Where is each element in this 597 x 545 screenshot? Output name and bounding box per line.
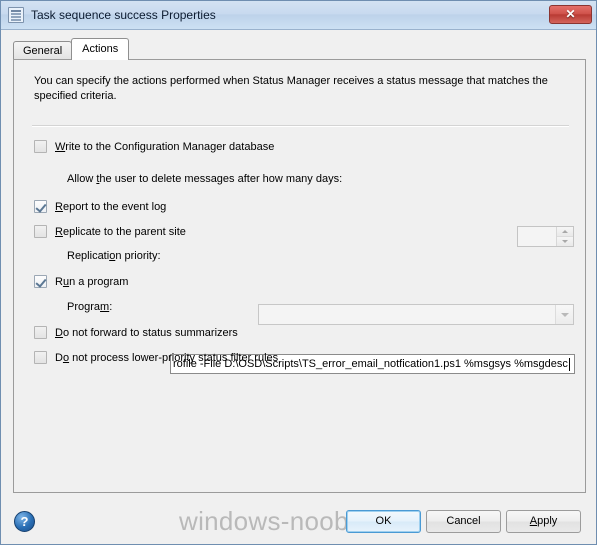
ok-button[interactable]: OK: [346, 510, 421, 533]
label-program: Program:: [67, 301, 113, 313]
help-icon[interactable]: ?: [14, 511, 35, 532]
chevron-down-icon[interactable]: [555, 305, 573, 324]
apply-button[interactable]: Apply: [506, 510, 581, 533]
window-title: Task sequence success Properties: [31, 8, 216, 22]
chevron-down-icon[interactable]: [557, 237, 573, 246]
tab-page-actions: You can specify the actions performed wh…: [13, 59, 586, 493]
checkbox-row-report-to-event-log[interactable]: Report to the event log: [34, 200, 166, 213]
chevron-up-icon[interactable]: [557, 227, 573, 237]
properties-window-icon: [8, 7, 24, 23]
checkbox-report-to-event-log[interactable]: [34, 200, 47, 213]
checkbox-replicate-to-parent-site[interactable]: [34, 225, 47, 238]
cancel-button[interactable]: Cancel: [426, 510, 501, 533]
checkbox-label-write-to-database: Write to the Configuration Manager datab…: [55, 140, 275, 153]
checkbox-row-run-a-program[interactable]: Run a program: [34, 275, 128, 288]
tab-strip: General Actions: [13, 38, 586, 60]
combobox-value-replication-priority[interactable]: [259, 305, 555, 324]
checkbox-row-do-not-process-lower-priority[interactable]: Do not process lower-priority status fil…: [34, 351, 278, 364]
label-replication-priority: Replication priority:: [67, 250, 161, 262]
title-bar: Task sequence success Properties ✕: [1, 1, 596, 30]
spinner-buttons-delete-days[interactable]: [556, 227, 573, 246]
spinner-value-delete-days[interactable]: [518, 227, 556, 246]
combobox-replication-priority[interactable]: [258, 304, 574, 325]
checkbox-row-replicate-to-parent-site[interactable]: Replicate to the parent site: [34, 225, 186, 238]
checkbox-run-a-program[interactable]: [34, 275, 47, 288]
spinner-delete-days[interactable]: [517, 226, 574, 247]
checkbox-write-to-database[interactable]: [34, 140, 47, 153]
intro-text: You can specify the actions performed wh…: [34, 75, 548, 102]
checkbox-label-replicate-to-parent-site: Replicate to the parent site: [55, 225, 186, 238]
checkbox-row-write-to-database[interactable]: Write to the Configuration Manager datab…: [34, 140, 274, 153]
tab-general[interactable]: General: [13, 41, 73, 60]
close-icon[interactable]: ✕: [549, 5, 592, 24]
text-caret: [568, 357, 570, 371]
separator: [32, 125, 569, 127]
checkbox-label-report-to-event-log: Report to the event log: [55, 200, 167, 213]
label-delete-days: Allow the user to delete messages after …: [67, 173, 343, 185]
checkbox-label-run-a-program: Run a program: [55, 275, 129, 288]
checkbox-do-not-forward[interactable]: [34, 326, 47, 339]
checkbox-do-not-process-lower-priority[interactable]: [34, 351, 47, 364]
checkbox-label-do-not-process-lower-priority: Do not process lower-priority status fil…: [55, 351, 279, 364]
checkbox-row-do-not-forward[interactable]: Do not forward to status summarizers: [34, 326, 238, 339]
tab-actions[interactable]: Actions: [71, 38, 130, 60]
checkbox-label-do-not-forward: Do not forward to status summarizers: [55, 326, 238, 339]
properties-dialog: Task sequence success Properties ✕ Gener…: [0, 0, 597, 545]
